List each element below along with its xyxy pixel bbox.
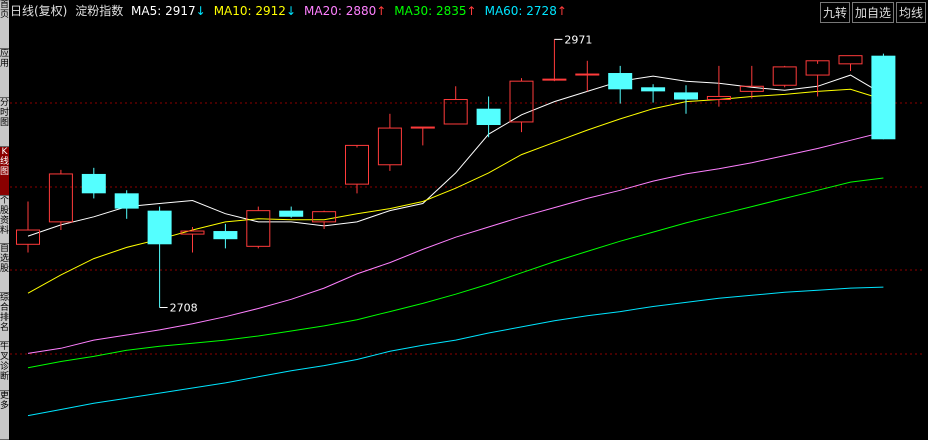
candle-body xyxy=(213,231,238,240)
extreme-label: 2971 xyxy=(564,33,592,46)
candle-body xyxy=(312,211,337,223)
candle-body xyxy=(48,173,73,223)
ma-legend-item: MA30: 2835↑ xyxy=(394,4,480,18)
candle-body xyxy=(871,55,896,140)
candle-body xyxy=(16,229,40,245)
sidebar-tab[interactable]: 个股资料 xyxy=(0,195,9,245)
sidebar-tab[interactable]: 牛叉诊断 xyxy=(0,342,9,392)
sidebar: 首页 应用 分时图 K线图 个股资料 自选股 综合排名 牛叉诊断 更多 xyxy=(0,0,9,440)
ma-line-ma10 xyxy=(27,88,884,294)
period-title: 日线(复权) xyxy=(10,4,68,18)
candlestick-chart[interactable]: 2971 2708 xyxy=(10,20,925,438)
arrow-up-icon: ↑ xyxy=(556,4,567,18)
ma-legend-value: MA20: 2880 xyxy=(304,4,377,18)
candle-body xyxy=(575,73,600,76)
ma-line-ma60 xyxy=(27,286,884,417)
candle-body xyxy=(641,87,666,92)
candle-body xyxy=(509,80,534,123)
sidebar-tab[interactable]: 综合排名 xyxy=(0,293,9,343)
arrow-up-icon: ↑ xyxy=(466,4,477,18)
sidebar-tab[interactable]: 应用 xyxy=(0,48,9,98)
candle-body xyxy=(81,173,106,194)
sidebar-tab[interactable]: K线图 xyxy=(0,146,9,196)
ma-legend-value: MA5: 2917 xyxy=(131,4,196,18)
ma-legend-item: MA60: 2728↑ xyxy=(485,4,571,18)
sidebar-tab[interactable]: 更多 xyxy=(0,391,9,440)
sidebar-tab[interactable]: 自选股 xyxy=(0,244,9,294)
candle-body xyxy=(246,210,271,247)
chart-header: 日线(复权) 淀粉指数 MA5: 2917↓ MA10: 2912↓ MA20: 2… xyxy=(10,2,579,20)
ma-legend-value: MA30: 2835 xyxy=(394,4,467,18)
ma-legend-value: MA60: 2728 xyxy=(484,4,557,18)
candle-body xyxy=(410,126,435,129)
candle-body xyxy=(706,95,731,101)
arrow-down-icon: ↓ xyxy=(285,4,296,18)
candle-body xyxy=(377,127,402,166)
ma-legend-value: MA10: 2912 xyxy=(213,4,286,18)
candle-body xyxy=(345,144,369,185)
ma-legend-item: MA5: 2917↓ xyxy=(131,4,210,18)
candle-body xyxy=(114,193,139,209)
candle-body xyxy=(772,66,797,86)
ma-legend-item: MA10: 2912↓ xyxy=(214,4,300,18)
candle-body xyxy=(608,73,633,90)
candle-body xyxy=(279,210,304,217)
candle-body xyxy=(542,78,567,81)
extreme-label: 2708 xyxy=(170,302,198,315)
arrow-down-icon: ↓ xyxy=(195,4,206,18)
sidebar-tab[interactable]: 首页 xyxy=(0,0,9,49)
candle-body xyxy=(674,92,698,100)
sidebar-tab[interactable]: 分时图 xyxy=(0,97,9,147)
candle-body xyxy=(838,55,863,65)
ma-legend-item: MA20: 2880↑ xyxy=(304,4,390,18)
index-name: 淀粉指数 xyxy=(75,4,124,18)
arrow-up-icon: ↑ xyxy=(376,4,387,18)
candle-body xyxy=(147,210,172,245)
ma-legend: MA5: 2917↓ MA10: 2912↓ MA20: 2880↑ MA30: 28… xyxy=(131,4,575,18)
ma-line-ma30 xyxy=(27,177,884,369)
candle-body xyxy=(476,108,501,126)
